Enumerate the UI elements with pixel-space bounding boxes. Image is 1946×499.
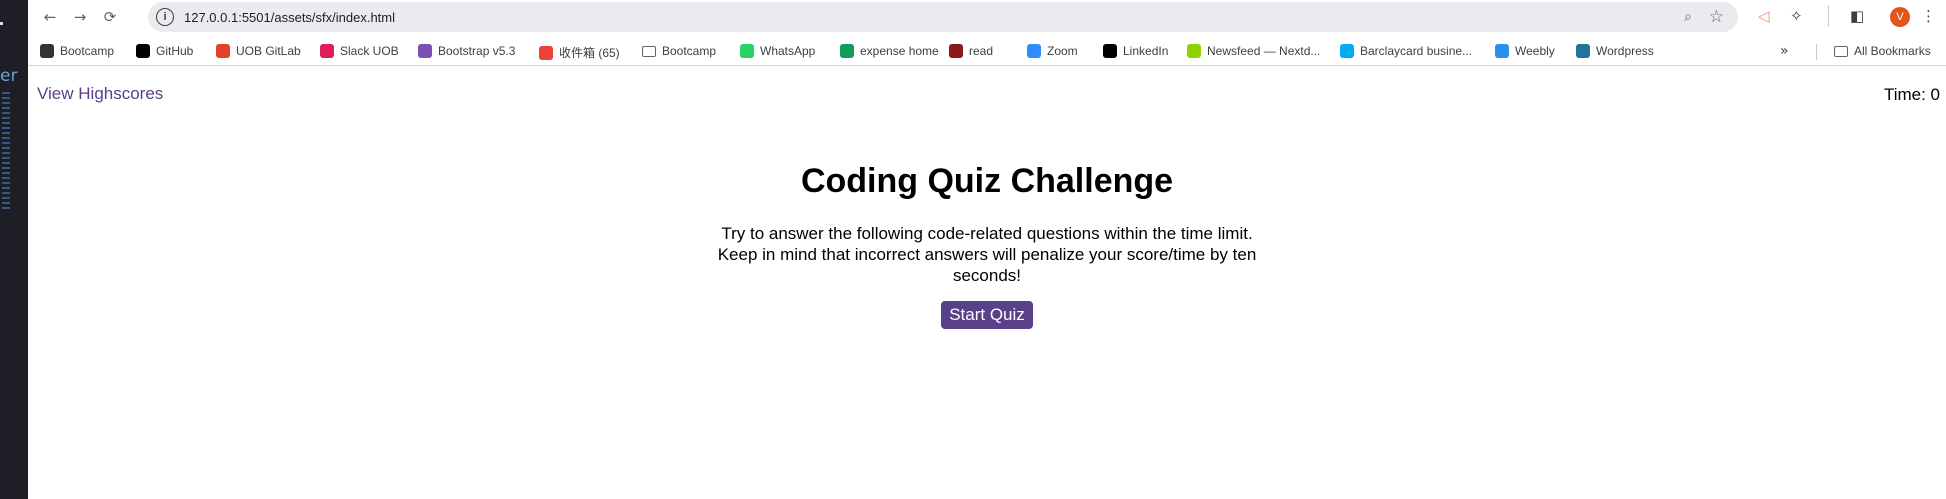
toolbar-divider bbox=[1828, 5, 1829, 27]
bookmark-item[interactable]: GitHub bbox=[136, 44, 193, 58]
bookmark-item[interactable]: expense home bbox=[840, 44, 939, 58]
bookmark-label: read bbox=[969, 44, 994, 58]
bookmark-label: Barclaycard busine... bbox=[1360, 44, 1473, 58]
view-highscores-link[interactable]: View Highscores bbox=[37, 84, 163, 104]
zoom-icon bbox=[1027, 44, 1041, 58]
gmail-icon bbox=[539, 45, 553, 60]
bookmark-label: Wordpress bbox=[1596, 44, 1654, 58]
forward-arrow-icon[interactable]: → bbox=[70, 7, 90, 27]
bookmark-label: expense home bbox=[860, 44, 939, 58]
bookmarks-divider bbox=[1816, 44, 1817, 60]
folder-icon bbox=[642, 45, 656, 57]
bootstrap-icon bbox=[418, 44, 432, 58]
timer: Time: 0 bbox=[1884, 85, 1940, 105]
url-text[interactable]: 127.0.0.1:5501/assets/sfx/index.html bbox=[184, 10, 395, 25]
bookmark-label: Bootcamp bbox=[60, 44, 115, 58]
browser-window: ← → ⟳ i 127.0.0.1:5501/assets/sfx/index.… bbox=[28, 0, 1946, 499]
more-bookmarks-icon[interactable]: » bbox=[1780, 43, 1789, 59]
bookmark-label: 收件箱 (65) bbox=[559, 46, 620, 60]
quiz-page: View Highscores Time: 0 Coding Quiz Chal… bbox=[28, 76, 1946, 499]
strip-code-lines bbox=[2, 92, 10, 212]
nextdoor-icon bbox=[1187, 44, 1201, 58]
editor-side-strip: er bbox=[0, 0, 28, 499]
weebly-icon bbox=[1495, 44, 1509, 58]
bookmark-label: WhatsApp bbox=[760, 44, 816, 58]
bookmark-item[interactable]: Barclaycard busine... bbox=[1340, 44, 1472, 58]
bookmark-item[interactable]: read bbox=[949, 44, 993, 58]
bookmark-label: Weebly bbox=[1515, 44, 1555, 58]
extensions-icon[interactable]: ✧ bbox=[1790, 7, 1803, 25]
sheets-icon bbox=[840, 44, 854, 58]
github-icon bbox=[136, 44, 150, 58]
barclaycard-icon bbox=[1340, 44, 1354, 58]
quiz-description: Try to answer the following code-related… bbox=[717, 224, 1257, 285]
side-panel-icon[interactable]: ◧ bbox=[1850, 7, 1864, 25]
bookmark-label: UOB GitLab bbox=[236, 44, 301, 58]
bookmark-star-icon[interactable]: ☆ bbox=[1709, 7, 1724, 27]
bookmark-label: LinkedIn bbox=[1123, 44, 1169, 58]
whatsapp-icon bbox=[740, 44, 754, 58]
menu-kebab-icon[interactable]: ⋮ bbox=[1921, 7, 1936, 25]
timer-label: Time: bbox=[1883, 85, 1931, 104]
folder-icon bbox=[1834, 45, 1848, 57]
timer-value: 0 bbox=[1930, 85, 1940, 104]
site-info-icon[interactable]: i bbox=[156, 8, 174, 26]
bootcamp-favicon bbox=[40, 44, 54, 58]
bookmark-label: Bootstrap v5.3 bbox=[438, 44, 516, 58]
bookmark-label: Slack UOB bbox=[340, 44, 399, 58]
zoom-icon[interactable]: ⌕ bbox=[1684, 9, 1692, 25]
bookmark-item[interactable]: Bootcamp bbox=[40, 44, 114, 58]
all-bookmarks-button[interactable]: All Bookmarks bbox=[1834, 44, 1931, 58]
cast-icon[interactable]: ◁ bbox=[1758, 7, 1770, 25]
gitlab-icon bbox=[216, 44, 230, 58]
quiz-intro: Coding Quiz Challenge Try to answer the … bbox=[28, 162, 1946, 329]
quiz-title: Coding Quiz Challenge bbox=[800, 162, 1174, 200]
bookmark-item[interactable]: Bootcamp bbox=[642, 44, 716, 58]
bookmark-item[interactable]: Wordpress bbox=[1576, 44, 1654, 58]
bookmark-item[interactable]: Weebly bbox=[1495, 44, 1555, 58]
strip-dot bbox=[0, 22, 3, 25]
bookmark-item[interactable]: LinkedIn bbox=[1103, 44, 1168, 58]
bookmark-label: Newsfeed — Nextd... bbox=[1207, 44, 1321, 58]
bookmark-label: GitHub bbox=[156, 44, 194, 58]
read-icon bbox=[949, 44, 963, 58]
bookmark-item[interactable]: Slack UOB bbox=[320, 44, 399, 58]
bookmark-item[interactable]: Newsfeed — Nextd... bbox=[1187, 44, 1320, 58]
bookmark-item[interactable]: 收件箱 (65) bbox=[539, 44, 620, 61]
bookmark-item[interactable]: Zoom bbox=[1027, 44, 1078, 58]
address-bar[interactable]: i 127.0.0.1:5501/assets/sfx/index.html ⌕… bbox=[148, 2, 1738, 32]
bookmark-label: Bootcamp bbox=[662, 44, 717, 58]
wordpress-icon bbox=[1576, 44, 1590, 58]
linkedin-icon bbox=[1103, 44, 1117, 58]
bookmark-item[interactable]: Bootstrap v5.3 bbox=[418, 44, 515, 58]
bookmarks-bar: » All Bookmarks Bootcamp GitHub UOB GitLab… bbox=[28, 38, 1946, 66]
slack-icon bbox=[320, 44, 334, 58]
back-arrow-icon[interactable]: ← bbox=[40, 7, 60, 27]
bookmark-label: Zoom bbox=[1047, 44, 1078, 58]
reload-icon[interactable]: ⟳ bbox=[100, 7, 120, 27]
browser-toolbar: ← → ⟳ i 127.0.0.1:5501/assets/sfx/index.… bbox=[28, 0, 1946, 34]
all-bookmarks-label: All Bookmarks bbox=[1854, 44, 1931, 58]
bookmark-item[interactable]: UOB GitLab bbox=[216, 44, 301, 58]
bookmark-item[interactable]: WhatsApp bbox=[740, 44, 815, 58]
start-quiz-button[interactable]: Start Quiz bbox=[941, 301, 1033, 329]
profile-avatar[interactable]: V bbox=[1890, 7, 1910, 27]
strip-text: er bbox=[0, 66, 18, 86]
